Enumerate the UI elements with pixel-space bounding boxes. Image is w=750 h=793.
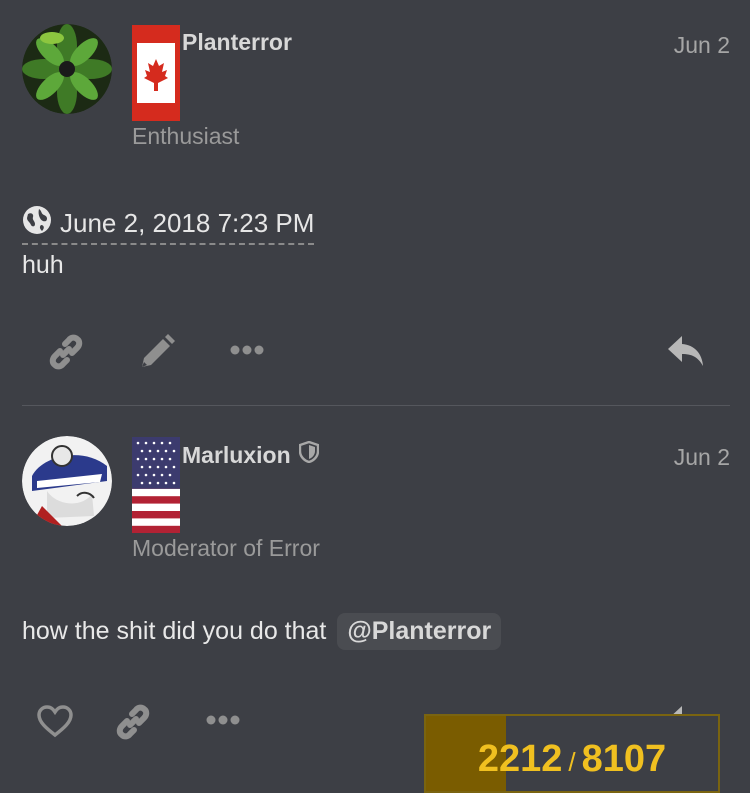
- topic-progress[interactable]: 2212/8107: [424, 714, 720, 793]
- progress-text: 2212/8107: [426, 738, 718, 781]
- pencil-icon[interactable]: [139, 334, 175, 375]
- globe-icon: [22, 205, 52, 242]
- link-icon[interactable]: [48, 334, 84, 375]
- user-title: Enthusiast: [132, 123, 240, 149]
- user-title: Moderator of Error: [132, 535, 320, 561]
- username-text: Marluxion: [182, 441, 291, 468]
- progress-separator: /: [568, 747, 576, 777]
- post-body: huh: [22, 251, 64, 279]
- more-icon[interactable]: [229, 340, 265, 365]
- post-body-text: how the shit did you do that: [22, 617, 327, 645]
- heart-icon[interactable]: [36, 704, 74, 743]
- progress-current: 2212: [477, 738, 563, 780]
- progress-total: 8107: [581, 738, 667, 780]
- user-mention[interactable]: @Planterror: [337, 613, 502, 650]
- post-date[interactable]: Jun 2: [674, 444, 730, 471]
- reply-icon[interactable]: [666, 334, 706, 375]
- timestamp-text: June 2, 2018 7:23 PM: [60, 207, 315, 238]
- usa-flag: [132, 437, 180, 533]
- local-date[interactable]: June 2, 2018 7:23 PM: [22, 203, 315, 245]
- more-icon[interactable]: [205, 710, 241, 735]
- link-icon[interactable]: [115, 704, 151, 745]
- avatar[interactable]: [22, 24, 112, 114]
- username[interactable]: Marluxion: [182, 440, 319, 469]
- post-1: Planterror Jun 2 Enthusiast June 2, 2018…: [0, 0, 750, 406]
- post-body: how the shit did you do that @Planterror: [22, 613, 502, 650]
- avatar[interactable]: [22, 436, 112, 526]
- canada-flag: [132, 25, 180, 121]
- post-date[interactable]: Jun 2: [674, 32, 730, 59]
- username[interactable]: Planterror: [182, 29, 292, 56]
- moderator-shield-icon: [298, 440, 319, 469]
